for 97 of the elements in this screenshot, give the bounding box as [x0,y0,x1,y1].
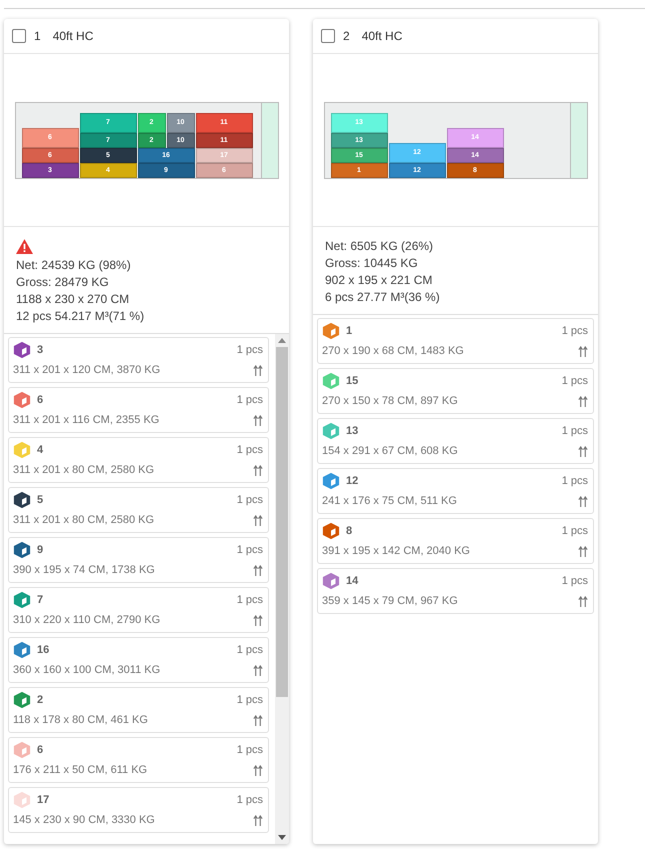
item-name: 9 [37,544,44,556]
cargo-item[interactable]: 15 1 pcs 270 x 150 x 78 CM, 897 KG [317,368,594,414]
item-quantity: 1 pcs [236,744,263,756]
item-dimensions: 241 x 176 x 75 CM, 511 KG [322,495,457,507]
item-name: 12 [346,475,358,487]
item-name: 2 [37,694,44,706]
item-dimensions: 360 x 160 x 100 CM, 3011 KG [13,664,160,676]
stat-text: 902 x 195 x 221 CM [325,273,434,287]
this-side-up-icon [578,546,588,556]
item-dimensions: 270 x 150 x 78 CM, 897 KG [322,395,458,407]
cargo-item[interactable]: 6 1 pcs 176 x 211 x 50 CM, 611 KG [8,737,269,783]
container-type: 40ft HC [52,29,94,43]
this-side-up-icon [578,396,588,406]
cargo-item[interactable]: 13 1 pcs 154 x 291 x 67 CM, 608 KG [317,418,594,464]
item-dimensions: 311 x 201 x 80 CM, 2580 KG [13,514,154,526]
item-dimensions: 311 x 201 x 116 CM, 2355 KG [13,414,160,426]
this-side-up-icon [253,564,263,576]
this-side-up-icon [253,464,263,476]
item-quantity: 1 pcs [562,325,588,337]
scroll-up-icon[interactable] [278,338,286,343]
item-name: 13 [346,425,358,437]
scroll-down-icon[interactable] [278,835,286,840]
cargo-item[interactable]: 7 1 pcs 310 x 220 x 110 CM, 2790 KG [8,587,269,633]
item-name: 16 [37,644,50,656]
stat-text: Net: 6505 KG (26%) [325,239,434,253]
item-name: 1 [346,325,352,337]
cargo-item[interactable]: 5 1 pcs 311 x 201 x 80 CM, 2580 KG [8,487,269,533]
item-dimensions: 311 x 201 x 80 CM, 2580 KG [13,464,154,476]
item-quantity: 1 pcs [562,575,588,587]
cargo-item[interactable]: 6 1 pcs 311 x 201 x 116 CM, 2355 KG [8,387,269,433]
stat-text: 6 pcs 27.77 M³(36 %) [325,290,441,304]
stat-text: 1188 x 230 x 270 CM [16,292,130,306]
item-name: 4 [37,444,44,456]
stat-text: Net: 24539 KG (98%) [16,258,132,272]
item-name: 3 [37,344,44,356]
this-side-up-icon [253,514,263,526]
item-dimensions: 154 x 291 x 67 CM, 608 KG [322,445,458,457]
this-side-up-icon [253,614,263,626]
container-type: 40ft HC [362,29,402,43]
stat-text: 12 pcs 54.217 M³(71 %) [16,309,146,323]
item-dimensions: 310 x 220 x 110 CM, 2790 KG [13,614,160,626]
cargo-item[interactable]: 8 1 pcs 391 x 195 x 142 CM, 2040 KG [317,518,594,564]
this-side-up-icon [253,414,263,426]
cargo-item[interactable]: 3 1 pcs 311 x 201 x 120 CM, 3870 KG [8,337,269,383]
item-dimensions: 270 x 190 x 68 CM, 1483 KG [322,345,464,357]
item-quantity: 1 pcs [562,375,588,387]
item-name: 5 [37,494,44,506]
item-name: 8 [346,525,352,537]
cargo-item[interactable]: 17 1 pcs 145 x 230 x 90 CM, 3330 KG [8,787,269,833]
cargo-item[interactable]: 16 1 pcs 360 x 160 x 100 CM, 3011 KG [8,637,269,683]
stat-text: Gross: 28479 KG [16,275,110,289]
cargo-item[interactable]: 12 1 pcs 241 x 176 x 75 CM, 511 KG [317,468,594,514]
item-quantity: 1 pcs [562,525,588,537]
this-side-up-icon [253,814,263,826]
item-quantity: 1 pcs [236,494,263,506]
this-side-up-icon [253,364,263,376]
item-name: 14 [346,575,358,587]
this-side-up-icon [253,764,263,776]
checkbox[interactable] [321,29,335,43]
item-quantity: 1 pcs [236,694,263,706]
container-number: 1 [34,29,41,43]
item-name: 6 [37,744,44,756]
cargo-item[interactable]: 1 1 pcs 270 x 190 x 68 CM, 1483 KG [317,318,594,364]
item-quantity: 1 pcs [236,794,263,806]
item-dimensions: 145 x 230 x 90 CM, 3330 KG [13,814,155,826]
cargo-item[interactable]: 4 1 pcs 311 x 201 x 80 CM, 2580 KG [8,437,269,483]
item-dimensions: 391 x 195 x 142 CM, 2040 KG [322,545,470,557]
item-dimensions: 176 x 211 x 50 CM, 611 KG [13,764,148,776]
cargo-item[interactable]: 9 1 pcs 390 x 195 x 74 CM, 1738 KG [8,537,269,583]
container-number: 2 [343,29,350,43]
this-side-up-icon [253,714,263,726]
item-quantity: 1 pcs [236,594,263,606]
this-side-up-icon [578,346,588,356]
item-name: 6 [37,394,44,406]
this-side-up-icon [578,446,588,456]
cargo-item[interactable]: 2 1 pcs 118 x 178 x 80 CM, 461 KG [8,687,269,733]
item-quantity: 1 pcs [236,394,263,406]
item-dimensions: 359 x 145 x 79 CM, 967 KG [322,595,458,607]
item-quantity: 1 pcs [562,475,588,487]
cargo-item[interactable]: 14 1 pcs 359 x 145 x 79 CM, 967 KG [317,568,594,614]
item-quantity: 1 pcs [236,544,263,556]
item-quantity: 1 pcs [236,444,263,456]
scrollbar[interactable] [275,334,289,844]
this-side-up-icon [578,596,588,606]
item-quantity: 1 pcs [236,644,263,656]
item-dimensions: 311 x 201 x 120 CM, 3870 KG [13,364,160,376]
item-dimensions: 118 x 178 x 80 CM, 461 KG [13,714,148,726]
item-name: 7 [37,594,44,606]
this-side-up-icon [578,496,588,506]
item-quantity: 1 pcs [562,425,588,437]
stat-text: Gross: 10445 KG [325,256,419,270]
item-dimensions: 390 x 195 x 74 CM, 1738 KG [13,564,155,576]
item-quantity: 1 pcs [236,344,263,356]
item-name: 17 [37,794,50,806]
item-name: 15 [346,375,358,387]
checkbox[interactable] [12,29,26,43]
this-side-up-icon [253,664,263,676]
